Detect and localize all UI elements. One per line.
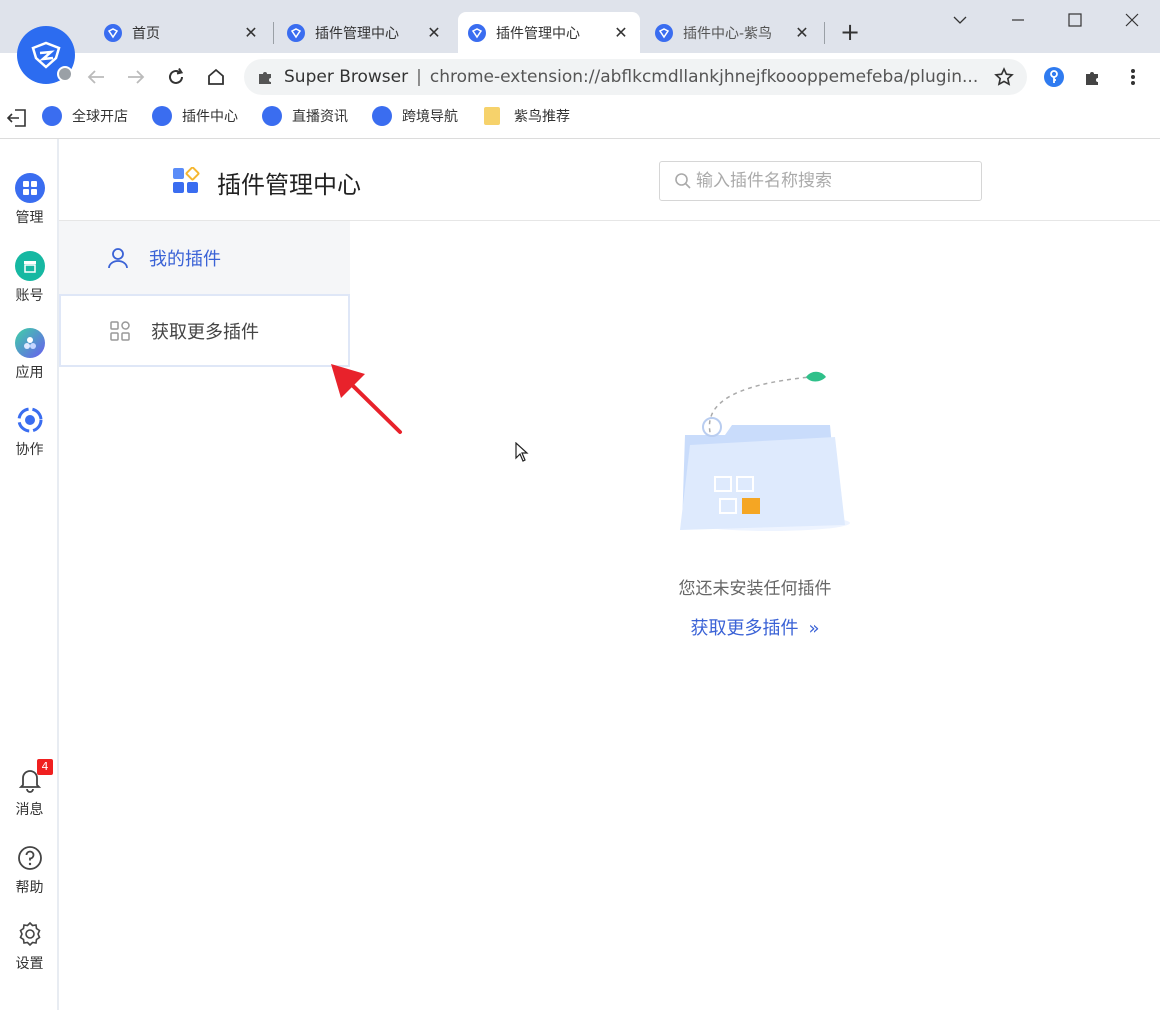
forward-icon[interactable] [124,65,148,89]
nav-get-more-plugins[interactable]: 获取更多插件 [59,294,350,367]
more-menu-icon[interactable] [1121,65,1145,89]
sidebar-item-settings[interactable]: 设置 [0,919,59,973]
nav-label: 我的插件 [149,248,221,270]
site-name: Super Browser [284,67,409,87]
exit-icon[interactable] [6,108,28,128]
sidebar-item-label: 账号 [15,288,44,304]
password-key-icon[interactable] [1042,65,1066,89]
brand-favicon-icon [42,106,62,126]
mouse-cursor-icon [515,442,529,462]
search-icon [674,172,692,190]
plugin-search[interactable] [659,161,982,201]
brand-favicon-icon [104,23,122,42]
sidebar-item-label: 帮助 [15,880,44,896]
bookmark-star-icon[interactable] [992,65,1016,89]
tab-divider [824,22,825,44]
bookmark-label: 紫鸟推荐 [514,109,570,125]
lock-icon [57,66,73,82]
url-text: chrome-extension://abflkcmdllankjhnejfko… [429,67,979,87]
sidebar-item-label: 管理 [15,210,44,226]
tab-search-chevron-icon[interactable] [946,6,974,34]
message-badge: 4 [37,759,53,775]
tab-divider [273,22,274,44]
extension-puzzle-icon [256,68,274,86]
sidebar-item-label: 协作 [15,442,44,458]
bookmark-plugin-center[interactable]: 插件中心 [152,106,238,126]
brand-favicon-icon [262,106,282,126]
double-chevron-right-icon: » [808,618,820,639]
gear-icon [15,919,45,949]
sidebar-item-messages[interactable]: 4 消息 [0,759,59,819]
tab-label: 插件管理中心 [315,25,399,42]
sidebar-item-manage[interactable]: 管理 [0,173,59,227]
empty-state-message: 您还未安装任何插件 [678,579,832,599]
bookmark-label: 跨境导航 [402,109,458,125]
bookmark-global-store[interactable]: 全球开店 [42,106,128,126]
brand-favicon-icon [655,23,673,42]
page-header: 插件管理中心 [59,139,1160,221]
new-tab-icon[interactable]: + [840,18,860,46]
sidebar-item-label: 消息 [15,802,44,818]
sidebar-item-help[interactable]: 帮助 [0,843,59,897]
page-title: 插件管理中心 [217,171,361,199]
close-icon[interactable]: ✕ [612,23,630,42]
grid-icon [14,173,45,203]
bookmark-label: 插件中心 [182,109,238,125]
sidebar-item-apps[interactable]: 应用 [0,328,59,382]
tab-label: 插件中心-紫鸟 [683,25,773,42]
brand-favicon-icon [287,23,305,42]
bookmark-live-news[interactable]: 直播资讯 [262,106,348,126]
empty-folder-illustration [680,371,850,531]
folder-icon [484,107,500,125]
close-icon[interactable]: ✕ [793,23,811,42]
tab-plugin-manager-active[interactable]: 插件管理中心 ✕ [458,12,640,53]
brand-favicon-icon [152,106,172,126]
tab-strip: 首页 ✕ 插件管理中心 ✕ 插件管理中心 ✕ 插件中心-紫鸟 ✕ + [0,0,1160,53]
address-bar[interactable]: Super Browser | chrome-extension://abflk… [244,59,1027,95]
window-close-icon[interactable] [1118,6,1146,34]
store-icon [14,251,45,281]
plugin-center-logo-icon [172,166,200,195]
tab-home[interactable]: 首页 ✕ [94,12,270,53]
bookmark-label: 全球开店 [72,109,128,125]
tab-label: 插件管理中心 [496,25,580,42]
bookmark-crossborder-nav[interactable]: 跨境导航 [372,106,458,126]
brand-logo-icon[interactable] [17,26,75,84]
tab-plugin-center[interactable]: 插件中心-紫鸟 ✕ [645,12,821,53]
minimize-icon[interactable] [1004,6,1032,34]
tab-label: 首页 [132,25,160,42]
help-icon [15,843,45,873]
sidebar-item-label: 应用 [15,365,44,381]
collaborate-icon [15,405,45,435]
apps-grid-icon [109,320,131,342]
nav-my-plugins[interactable]: 我的插件 [59,221,350,294]
address-separator: | [416,67,422,87]
search-input[interactable] [696,171,966,191]
app-sidebar: 管理 账号 应用 协作 4 消息 帮助 设置 [0,139,59,1010]
close-icon[interactable]: ✕ [425,23,443,42]
link-label: 获取更多插件 [690,618,799,639]
bookmarks-bar: 全球开店 插件中心 直播资讯 跨境导航 紫鸟推荐 [0,100,1160,136]
brand-favicon-icon [468,23,486,42]
nav-label: 获取更多插件 [151,321,259,343]
close-icon[interactable]: ✕ [242,23,260,42]
annotation-arrow-icon [331,364,402,434]
bookmark-ziniao-recommend[interactable]: 紫鸟推荐 [484,106,570,126]
sidebar-item-collaborate[interactable]: 协作 [0,405,59,459]
home-icon[interactable] [204,65,228,89]
sidebar-item-account[interactable]: 账号 [0,251,59,305]
plugin-nav: 我的插件 获取更多插件 [59,221,350,367]
maximize-icon[interactable] [1061,6,1089,34]
extensions-icon[interactable] [1081,65,1105,89]
bookmark-label: 直播资讯 [292,109,348,125]
reload-icon[interactable] [164,65,188,89]
toolbar: Super Browser | chrome-extension://abflk… [0,53,1160,100]
back-icon[interactable] [84,65,108,89]
get-more-plugins-link[interactable]: 获取更多插件 » [600,614,910,640]
apps-icon [14,328,45,358]
tab-plugin-manager[interactable]: 插件管理中心 ✕ [277,12,453,53]
user-icon [107,247,129,269]
sidebar-item-label: 设置 [15,956,44,972]
brand-favicon-icon [372,106,392,126]
